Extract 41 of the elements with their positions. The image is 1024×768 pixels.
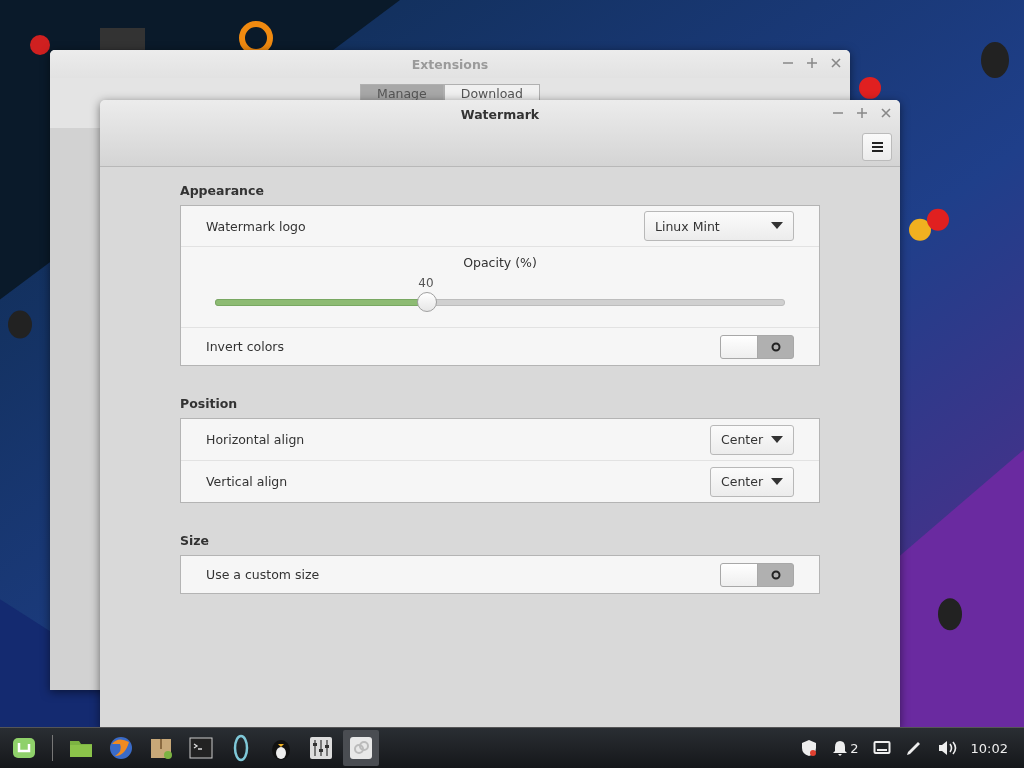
pen-icon[interactable] bbox=[904, 739, 923, 757]
setting-label: Vertical align bbox=[206, 474, 288, 489]
app-icon bbox=[347, 734, 375, 762]
volume-icon[interactable] bbox=[936, 740, 957, 756]
close-icon[interactable] bbox=[880, 106, 892, 120]
setting-label: Horizontal align bbox=[206, 432, 305, 447]
caret-icon bbox=[771, 435, 783, 444]
close-icon[interactable] bbox=[830, 56, 842, 70]
toggle-switch[interactable] bbox=[720, 562, 794, 587]
slider[interactable] bbox=[215, 292, 785, 312]
clock[interactable]: 10:02 bbox=[970, 740, 1008, 756]
window-title: Watermark bbox=[460, 106, 540, 122]
slider-label: Opacity (%) bbox=[463, 255, 537, 270]
slider-value: 40 bbox=[418, 276, 434, 290]
caret-icon bbox=[771, 222, 783, 230]
caret-icon bbox=[771, 477, 783, 486]
setting-label: Use a custom size bbox=[206, 567, 320, 582]
section-title: Appearance bbox=[180, 183, 264, 198]
taskbar-button[interactable] bbox=[343, 730, 379, 766]
tab[interactable]: Download bbox=[443, 84, 540, 100]
setting-label: Invert colors bbox=[206, 339, 284, 354]
globe-icon bbox=[107, 734, 135, 762]
section-title: Position bbox=[180, 396, 238, 411]
off-indicator-icon bbox=[770, 341, 781, 352]
dropdown[interactable]: Linux Mint bbox=[644, 211, 794, 241]
shield-icon[interactable] bbox=[800, 739, 819, 757]
dropdown[interactable]: Center bbox=[710, 466, 794, 497]
notification-count: 2 bbox=[850, 740, 859, 756]
bell-icon[interactable] bbox=[832, 739, 849, 757]
off-indicator-icon bbox=[770, 569, 781, 580]
mixer-icon bbox=[307, 734, 335, 762]
setting-label: Watermark logo bbox=[206, 218, 306, 234]
slider-handle[interactable] bbox=[416, 292, 437, 312]
window-title: Extensions bbox=[411, 56, 489, 72]
section-title: Size bbox=[180, 533, 210, 548]
dropdown[interactable]: Center bbox=[710, 424, 794, 455]
menu-icon bbox=[871, 142, 883, 152]
menu-button[interactable] bbox=[862, 133, 892, 161]
toggle-switch[interactable] bbox=[720, 334, 794, 359]
terminal-icon bbox=[187, 734, 215, 762]
display-icon[interactable] bbox=[872, 740, 891, 756]
